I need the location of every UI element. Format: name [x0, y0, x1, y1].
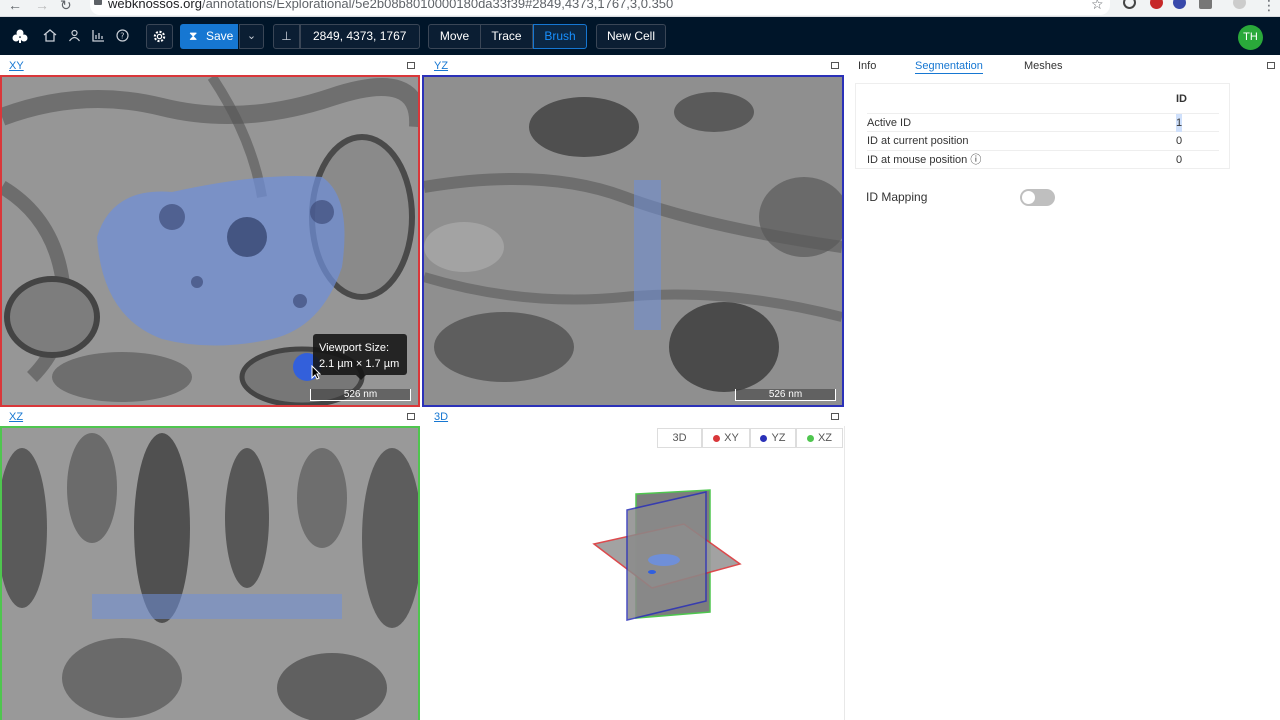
gear-icon	[153, 30, 166, 43]
table-row: Active ID 1	[867, 113, 1219, 132]
extension-badge-icon[interactable]	[1150, 0, 1163, 9]
table-row: ID at current position 0	[867, 132, 1219, 151]
svg-text:?: ?	[120, 32, 124, 41]
legend-xz-button[interactable]: XZ	[796, 428, 843, 448]
copy-position-button[interactable]: ⊥	[273, 24, 300, 49]
row-label: Active ID	[867, 117, 912, 129]
table-header-id: ID	[1176, 93, 1187, 105]
bookmark-star-icon[interactable]: ☆	[1091, 0, 1104, 13]
viewport-size-tooltip: Viewport Size: 2.1 µm × 1.7 µm	[313, 334, 407, 380]
statistics-icon[interactable]	[92, 29, 105, 42]
back-icon[interactable]: ←	[8, 0, 22, 13]
viewport-yz[interactable]: 526 nm	[422, 75, 844, 407]
legend-xy-button[interactable]: XY	[702, 428, 750, 448]
id-mapping-label: ID Mapping	[866, 190, 928, 204]
row-value: 0	[1176, 135, 1183, 147]
xz-dot-icon	[806, 434, 814, 442]
forward-icon[interactable]: →	[35, 0, 49, 13]
maximize-yz-icon[interactable]	[831, 62, 839, 69]
viewport-xy-label[interactable]: XY	[9, 60, 24, 72]
viewport-xz[interactable]	[0, 426, 420, 720]
save-label: Save	[206, 29, 234, 43]
save-dropdown-button[interactable]: ⌄	[239, 24, 264, 49]
tab-meshes[interactable]: Meshes	[1024, 60, 1063, 72]
maximize-3d-icon[interactable]	[831, 413, 839, 420]
id-mapping-toggle[interactable]	[1020, 189, 1055, 206]
reload-icon[interactable]: ↻	[60, 0, 72, 14]
maximize-xz-icon[interactable]	[407, 413, 415, 420]
tab-info[interactable]: Info	[858, 60, 876, 72]
legend-3d-button[interactable]: 3D	[657, 428, 702, 448]
legend-yz-label: YZ	[771, 432, 786, 444]
viewport-xz-label[interactable]: XZ	[9, 411, 23, 423]
table-row: ID at mouse position ⓘ 0	[867, 151, 1219, 170]
xy-dot-icon	[713, 434, 721, 442]
legend-xz-label: XZ	[817, 432, 833, 444]
3d-planes-render	[592, 489, 742, 621]
active-id-input[interactable]: 1	[1176, 114, 1183, 132]
maximize-xy-icon[interactable]	[407, 62, 415, 69]
home-icon[interactable]	[43, 29, 57, 42]
tab-segmentation[interactable]: Segmentation	[915, 60, 983, 74]
app-toolbar: ? ⧗ Save ⌄ ⊥ 2849, 4373, 1767 Move Trace…	[0, 17, 1280, 55]
maximize-panel-icon[interactable]	[1267, 62, 1275, 69]
tool-brush-button[interactable]: Brush	[533, 24, 587, 49]
avatar[interactable]: TH	[1238, 25, 1263, 50]
save-button[interactable]: ⧗ Save	[180, 24, 238, 49]
menu-dots-icon[interactable]: ⋮	[1262, 0, 1276, 14]
tool-trace-button[interactable]: Trace	[480, 24, 533, 49]
scale-bar-xy: 526 nm	[310, 389, 411, 401]
em-image-yz	[424, 77, 842, 405]
new-cell-button[interactable]: New Cell	[596, 24, 666, 49]
chevron-down-icon: ⌄	[246, 30, 257, 42]
webknossos-logo-icon[interactable]	[12, 28, 28, 44]
row-label: ID at mouse position ⓘ	[867, 154, 982, 166]
user-icon[interactable]	[68, 29, 81, 42]
segmentation-table: ID Active ID 1 ID at current position 0 …	[855, 83, 1230, 169]
viewport-yz-label[interactable]: YZ	[434, 60, 448, 72]
extension-box-icon[interactable]	[1199, 0, 1212, 9]
legend-yz-button[interactable]: YZ	[750, 428, 796, 448]
address-bar[interactable]: webknossos.org/annotations/Explorational…	[90, 0, 1110, 15]
tooltip-title: Viewport Size:	[319, 342, 390, 354]
viewport-3d-label[interactable]: 3D	[434, 411, 448, 423]
lock-icon	[94, 0, 102, 5]
url-path: /annotations/Explorational/5e2b08b801000…	[201, 0, 674, 11]
yz-dot-icon	[760, 434, 768, 442]
pushpin-icon: ⊥	[281, 29, 292, 43]
hourglass-icon: ⧗	[189, 29, 198, 43]
extension-gear-icon[interactable]	[1173, 0, 1186, 9]
position-input[interactable]: 2849, 4373, 1767	[300, 24, 420, 49]
settings-button[interactable]	[146, 24, 173, 49]
row-value: 0	[1176, 154, 1183, 166]
legend-xy-label: XY	[724, 432, 739, 444]
extension-icon[interactable]	[1123, 0, 1136, 9]
viewport-3d[interactable]	[422, 426, 845, 720]
mouse-cursor-icon	[311, 365, 321, 380]
help-icon[interactable]: ?	[116, 29, 129, 42]
em-image-xz	[2, 428, 418, 720]
url-domain: webknossos.org	[108, 0, 202, 11]
scale-bar-yz: 526 nm	[735, 389, 836, 401]
browser-bar: ← → ↻ webknossos.org/annotations/Explora…	[0, 0, 1280, 17]
profile-icon[interactable]	[1233, 0, 1246, 9]
row-label: ID at current position	[867, 135, 969, 147]
tooltip-value: 2.1 µm × 1.7 µm	[319, 358, 400, 370]
tool-move-button[interactable]: Move	[428, 24, 481, 49]
